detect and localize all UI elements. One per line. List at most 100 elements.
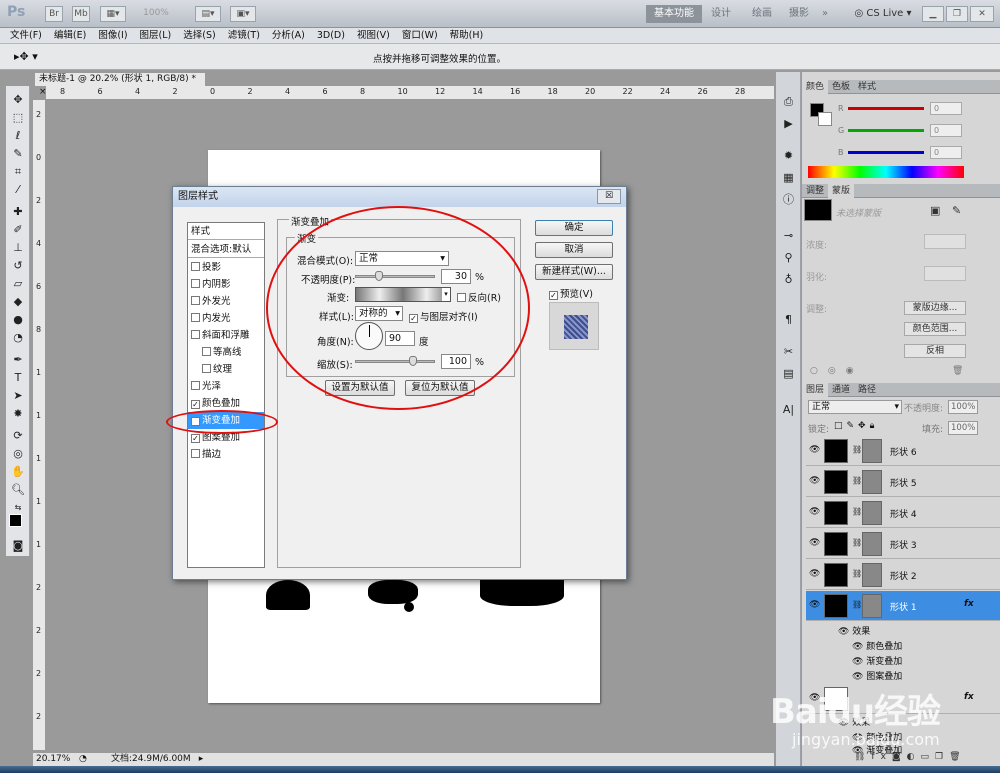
fx-badge[interactable]: fx (964, 692, 974, 702)
preview-checkbox[interactable]: ✓ 预览(V) (549, 286, 593, 300)
effect-pattern-overlay[interactable]: 👁︎ 图案叠加 (852, 669, 902, 682)
r-value[interactable]: 0 (930, 102, 962, 115)
tool-presets-icon[interactable]: ✂ (780, 344, 797, 360)
menu-filter[interactable]: 滤镜(T) (222, 28, 266, 44)
style-item[interactable]: 纹理 (188, 361, 264, 378)
visibility-eye-icon[interactable]: 👁︎ (809, 507, 820, 517)
3d-orbit-icon[interactable]: ◎ (10, 446, 26, 462)
menu-edit[interactable]: 编辑(E) (48, 28, 92, 44)
checkbox[interactable] (191, 381, 200, 390)
eraser-tool-icon[interactable]: ▱ (10, 276, 26, 292)
checkbox[interactable] (191, 313, 200, 322)
checkbox[interactable] (202, 364, 211, 373)
visibility-eye-icon[interactable]: 👁︎ (809, 600, 820, 610)
mask-footer-icons[interactable]: ○◎◉ (810, 366, 864, 376)
menu-select[interactable]: 选择(S) (177, 28, 221, 44)
color-spectrum[interactable] (808, 166, 964, 178)
restore-button[interactable]: ❐ (946, 6, 968, 22)
visibility-eye-icon[interactable]: 👁︎ (809, 445, 820, 455)
navigator-panel-icon[interactable]: ✹ (780, 148, 797, 164)
bridge-button[interactable]: Br (45, 6, 63, 22)
style-item[interactable]: 光泽 (188, 378, 264, 395)
b-value[interactable]: 0 (930, 146, 962, 159)
checkbox[interactable] (191, 296, 200, 305)
checkbox[interactable] (191, 279, 200, 288)
g-slider[interactable] (848, 129, 924, 132)
paragraph-panel-icon[interactable]: ¶ (780, 312, 797, 328)
cs-live-button[interactable]: ◎ CS Live ▾ (853, 5, 913, 23)
shape-tool-icon[interactable]: ✸ (10, 406, 26, 422)
lasso-tool-icon[interactable]: ℓ (10, 128, 26, 144)
menu-view[interactable]: 视图(V) (351, 28, 396, 44)
checkbox[interactable] (191, 262, 200, 271)
visibility-eye-icon[interactable]: 👁︎ (809, 569, 820, 579)
checkbox[interactable]: ✓ (191, 400, 200, 409)
history-panel-icon[interactable]: ⎙ (780, 94, 797, 110)
new-style-button[interactable]: 新建样式(W)... (535, 264, 613, 280)
lock-icons[interactable]: □✎✥🔒︎ (834, 421, 878, 431)
quick-mask-icon[interactable]: ◙ (10, 538, 26, 554)
move-tool-preset-icon[interactable]: ▸✥ ▾ (14, 50, 38, 63)
arrange-docs-icon[interactable]: ▤▾ (195, 6, 221, 22)
eyedropper-tool-icon[interactable]: ⁄ (10, 182, 26, 198)
layer-row-selected[interactable]: 👁︎ ⛓ 形状 1 fx (806, 591, 1000, 621)
tab-paths[interactable]: 路径 (854, 383, 880, 397)
density-field[interactable] (924, 234, 966, 249)
fx-badge[interactable]: fx (964, 599, 974, 609)
tab-masks[interactable]: 蒙版 (828, 183, 855, 198)
eye-icon[interactable]: 👁︎ (852, 657, 866, 667)
paint-bucket-icon[interactable]: ◆ (10, 294, 26, 310)
visibility-eye-icon[interactable]: 👁︎ (809, 538, 820, 548)
mask-edge-button[interactable]: 蒙版边缘... (904, 301, 966, 315)
checkbox[interactable] (202, 347, 211, 356)
workspace-painting[interactable]: 绘画 (744, 5, 780, 23)
layer-row[interactable]: 👁︎ ⛓ 形状 6 (806, 436, 1000, 466)
3d-rotate-icon[interactable]: ⟳ (10, 428, 26, 444)
style-item[interactable]: 斜面和浮雕 (188, 327, 264, 344)
b-slider[interactable] (848, 151, 924, 154)
path-select-icon[interactable]: ➤ (10, 388, 26, 404)
actions-panel-icon[interactable]: ▶ (780, 116, 797, 132)
history-brush-icon[interactable]: ↺ (10, 258, 26, 274)
workspace-design[interactable]: 设计 (706, 5, 736, 23)
layer-row[interactable]: 👁︎ ⛓ 形状 5 (806, 467, 1000, 497)
brush-panel-icon[interactable]: ⚲ (780, 250, 797, 266)
blur-tool-icon[interactable]: ● (10, 312, 26, 328)
styles-header[interactable]: 样式 (188, 223, 264, 240)
r-slider[interactable] (848, 107, 924, 110)
character-panel-icon[interactable]: A| (780, 402, 797, 418)
view-extras-icon[interactable]: ▦▾ (100, 6, 126, 22)
screen-mode-icon[interactable]: ▣▾ (230, 6, 256, 22)
vector-mask-icon[interactable]: ✎ (952, 204, 961, 217)
effect-color-overlay[interactable]: 👁︎ 颜色叠加 (852, 639, 902, 652)
menu-image[interactable]: 图像(I) (92, 28, 133, 44)
zoom-level[interactable]: 100% (143, 6, 169, 22)
feather-field[interactable] (924, 266, 966, 281)
cancel-button[interactable]: 取消 (535, 242, 613, 258)
marquee-tool-icon[interactable]: ⬚ (10, 110, 26, 126)
style-item[interactable]: 内阴影 (188, 276, 264, 293)
hand-tool-icon[interactable]: ✋ (10, 464, 26, 480)
crop-tool-icon[interactable]: ⌗ (10, 164, 26, 180)
layer-opacity-field[interactable]: 100% (948, 400, 978, 414)
layers-footer-icons[interactable]: ⛓fx◙◐▭❐🗑︎ (854, 752, 967, 762)
mini-bridge-button[interactable]: Mb (72, 6, 90, 22)
tab-color[interactable]: 颜色 (802, 79, 829, 94)
pixel-mask-icon[interactable]: ▣ (930, 204, 940, 217)
style-item[interactable]: 内发光 (188, 310, 264, 327)
fill-field[interactable]: 100% (948, 421, 978, 435)
layer-row[interactable]: 👁︎ ⛓ 形状 4 (806, 498, 1000, 528)
tab-adjustments[interactable]: 调整 (802, 184, 828, 198)
menu-layer[interactable]: 图层(L) (134, 28, 178, 44)
menu-help[interactable]: 帮助(H) (444, 28, 490, 44)
foreground-color-swatch[interactable] (9, 514, 22, 527)
style-item[interactable]: 描边 (188, 446, 264, 463)
pen-tool-icon[interactable]: ✒ (10, 352, 26, 368)
healing-brush-icon[interactable]: ✚ (10, 204, 26, 220)
move-tool-icon[interactable]: ✥ (10, 92, 26, 108)
workspace-photography[interactable]: 摄影 (784, 5, 814, 23)
layer-row[interactable]: 👁︎ ⛓ 形状 2 (806, 560, 1000, 590)
tab-styles[interactable]: 样式 (854, 80, 880, 94)
tab-layers[interactable]: 图层 (802, 382, 829, 397)
clone-stamp-icon[interactable]: ⊥ (10, 240, 26, 256)
